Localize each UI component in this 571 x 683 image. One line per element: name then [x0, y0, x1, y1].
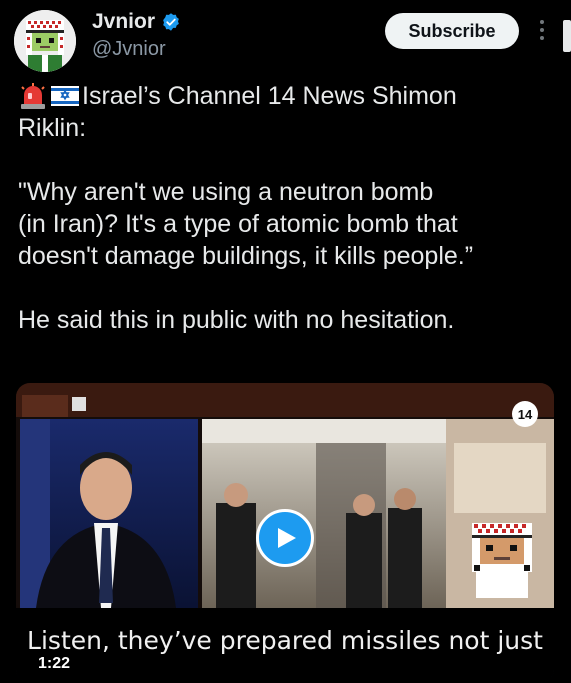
police-light-icon: [21, 83, 45, 109]
tweet-header: Jvnior @Jvnior Subscribe: [0, 0, 571, 80]
verified-badge-icon: [163, 13, 179, 31]
tweet-line-2: Riklin:: [18, 114, 87, 142]
pixel-avatar-icon: [14, 10, 76, 72]
display-name[interactable]: Jvnior: [92, 10, 155, 34]
video-subtitle: Listen, they’ve prepared missiles not ju…: [27, 626, 543, 655]
quote-line-2: (in Iran)? It's a type of atomic bomb th…: [18, 210, 458, 238]
handle[interactable]: @Jvnior: [92, 38, 166, 61]
display-name-row[interactable]: Jvnior: [92, 10, 181, 34]
quote-line-3: doesn't damage buildings, it kills peopl…: [18, 242, 474, 270]
video-frame: [16, 383, 554, 608]
video-duration: 1:22: [34, 655, 75, 673]
tweet-text: Israel’s Channel 14 News Shimon Riklin: …: [18, 80, 558, 336]
tweet-line-1: Israel’s Channel 14 News Shimon: [82, 82, 457, 110]
video-player[interactable]: 14 Listen, they’ve prepared missiles not…: [16, 383, 554, 683]
quote-line-1: "Why aren't we using a neutron bomb: [18, 178, 434, 206]
subscribe-button[interactable]: Subscribe: [385, 13, 519, 49]
avatar[interactable]: [14, 10, 76, 72]
edge-indicator: [563, 20, 571, 52]
more-options-icon[interactable]: [532, 20, 552, 44]
channel-number: 14: [518, 407, 533, 422]
closing-line: He said this in public with no hesitatio…: [18, 306, 455, 334]
play-button[interactable]: [256, 509, 314, 567]
channel-logo: 14: [510, 399, 540, 434]
tweet-first-line: Israel’s Channel 14 News Shimon: [18, 80, 558, 112]
channel-14-logo-icon: 14: [512, 401, 538, 427]
pixel-character-overlay: [472, 523, 532, 598]
israel-flag-icon: [51, 86, 79, 106]
play-icon: [278, 528, 296, 548]
